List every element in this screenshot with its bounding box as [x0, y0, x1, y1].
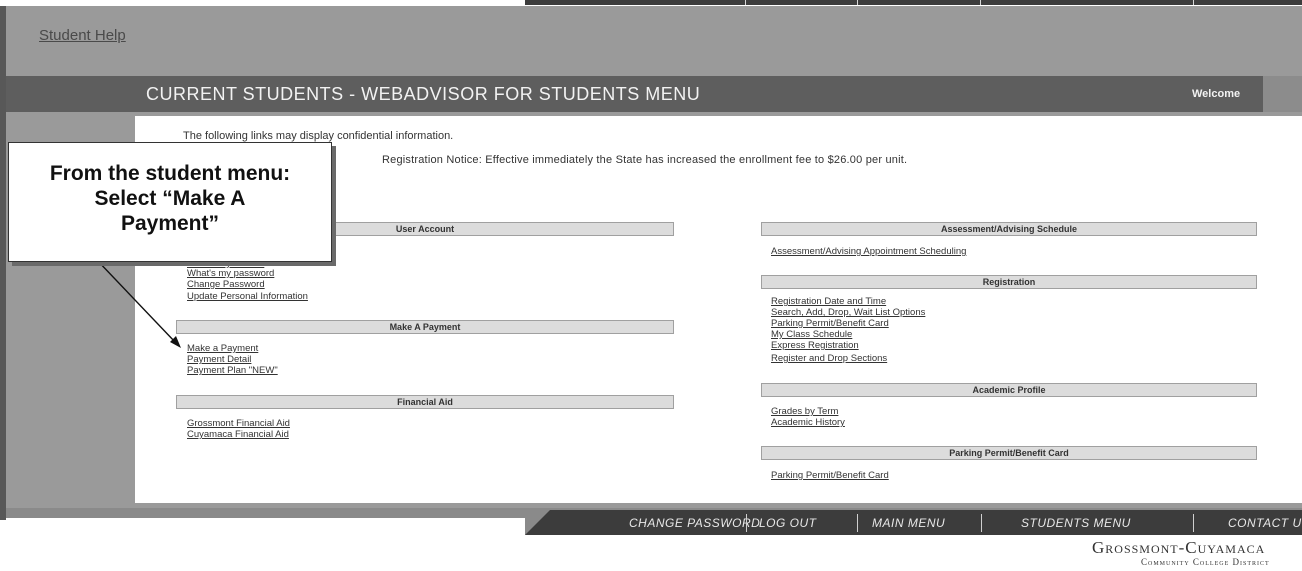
- college-logo-name: Grossmont-Cuyamaca: [1092, 538, 1265, 558]
- nav-separator: [746, 514, 747, 532]
- logo-line-2: Community College District: [1141, 557, 1270, 567]
- nav-slant: [525, 510, 550, 535]
- nav-main-menu[interactable]: MAIN MENU: [872, 516, 945, 530]
- logo-line-1: Grossmont-Cuyamaca: [1092, 538, 1266, 557]
- bottom-nav: CHANGE PASSWORD LOG OUT MAIN MENU STUDEN…: [525, 510, 1302, 535]
- callout-text: From the student menu: Select “Make A Pa…: [9, 161, 331, 236]
- nav-separator: [981, 514, 982, 532]
- instruction-callout: From the student menu: Select “Make A Pa…: [8, 142, 332, 262]
- nav-contact[interactable]: CONTACT U: [1228, 516, 1302, 530]
- callout-line-1: From the student menu:: [49, 162, 291, 185]
- callout-line-3: Payment”: [120, 212, 220, 235]
- nav-log-out[interactable]: LOG OUT: [759, 516, 817, 530]
- nav-change-password[interactable]: CHANGE PASSWORD: [629, 516, 760, 530]
- nav-separator: [1193, 514, 1194, 532]
- college-logo-district: Community College District: [1141, 557, 1270, 567]
- nav-separator: [857, 514, 858, 532]
- nav-students-menu[interactable]: STUDENTS MENU: [1021, 516, 1131, 530]
- callout-arrow: [94, 257, 181, 348]
- callout-line-2: Select “Make A: [94, 187, 246, 210]
